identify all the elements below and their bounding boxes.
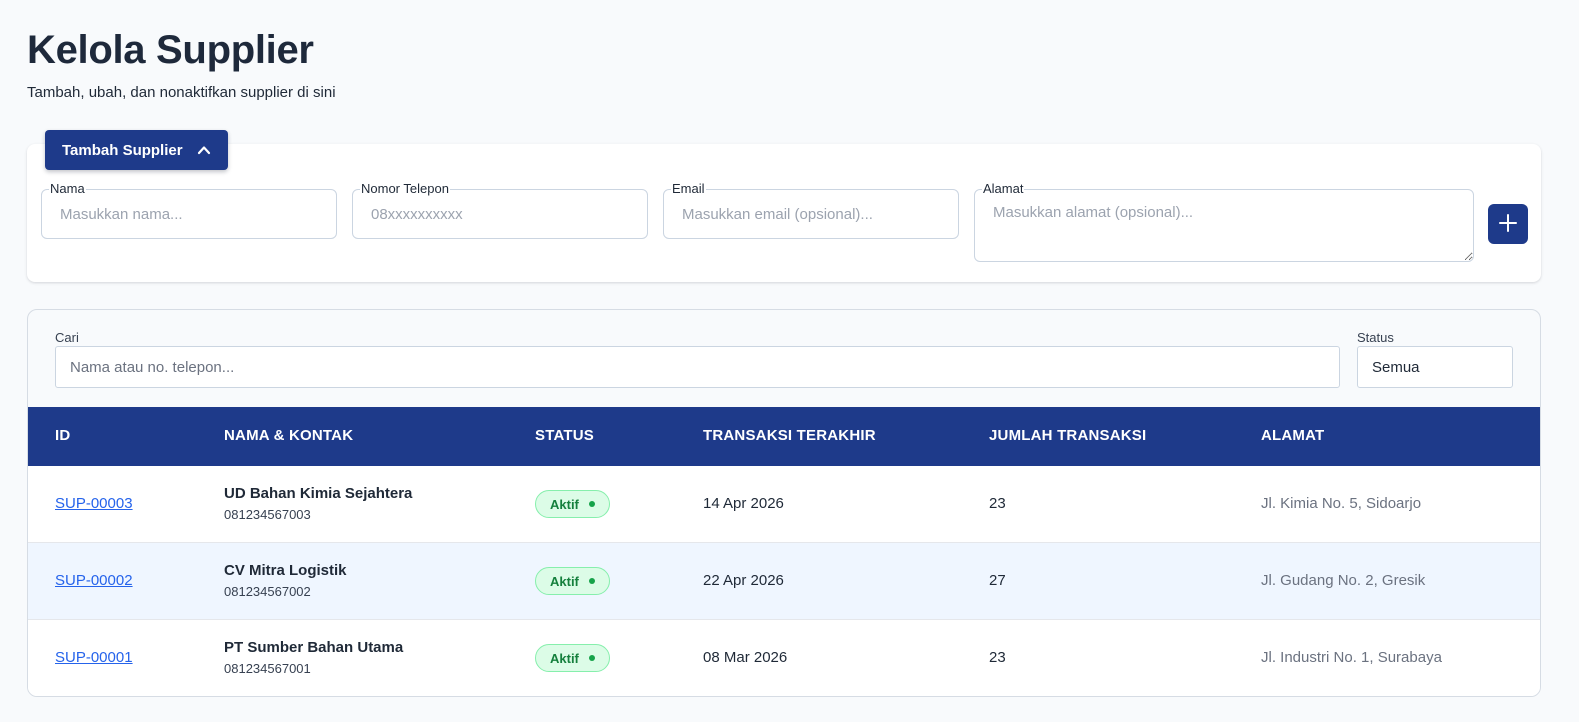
column-header-status: STATUS (535, 427, 594, 444)
supplier-table-card: Cari Status Semua ID NAMA & KONTAK STATU… (27, 309, 1541, 697)
transaction-count: 23 (989, 649, 1006, 666)
column-header-name-contact: NAMA & KONTAK (224, 427, 354, 444)
chevron-up-icon (197, 143, 211, 157)
last-transaction-date: 08 Mar 2026 (703, 649, 788, 666)
supplier-name: CV Mitra Logistik (224, 562, 347, 579)
phone-field-wrapper: Nomor Telepon (352, 181, 648, 239)
status-filter-value: Semua (1372, 358, 1420, 376)
table-row: SUP-00001 PT Sumber Bahan Utama 08123456… (28, 620, 1540, 696)
plus-icon (1498, 213, 1518, 236)
supplier-address: Jl. Gudang No. 2, Gresik (1261, 572, 1426, 589)
supplier-phone: 081234567002 (224, 584, 311, 599)
supplier-phone: 081234567003 (224, 507, 311, 522)
add-supplier-toggle-button[interactable]: Tambah Supplier (45, 130, 228, 170)
transaction-count: 27 (989, 572, 1006, 589)
transaction-count: 23 (989, 495, 1006, 512)
name-contact-cell: PT Sumber Bahan Utama 081234567001 (224, 639, 403, 676)
add-supplier-submit-button[interactable] (1488, 204, 1528, 244)
page-title: Kelola Supplier (27, 28, 314, 72)
supplier-id-link[interactable]: SUP-00002 (55, 572, 133, 589)
address-label: Alamat (982, 181, 1025, 197)
status-badge: Aktif (535, 567, 610, 595)
search-label: Cari (55, 330, 79, 345)
name-contact-cell: UD Bahan Kimia Sejahtera 081234567003 (224, 485, 412, 522)
name-field-wrapper: Nama (41, 181, 337, 239)
status-badge: Aktif (535, 490, 610, 518)
supplier-address: Jl. Kimia No. 5, Sidoarjo (1261, 495, 1422, 512)
add-supplier-toggle-label: Tambah Supplier (62, 141, 183, 159)
name-contact-cell: CV Mitra Logistik 081234567002 (224, 562, 347, 599)
status-badge-label: Aktif (550, 650, 579, 666)
supplier-phone: 081234567001 (224, 661, 311, 676)
last-transaction-date: 22 Apr 2026 (703, 572, 784, 589)
table-header: ID NAMA & KONTAK STATUS TRANSAKSI TERAKH… (28, 407, 1540, 466)
address-textarea[interactable] (974, 189, 1474, 262)
column-header-id: ID (55, 427, 71, 444)
search-input[interactable] (55, 346, 1340, 388)
email-input[interactable] (663, 189, 959, 239)
column-header-transaction-count: JUMLAH TRANSAKSI (989, 427, 1147, 444)
last-transaction-date: 14 Apr 2026 (703, 495, 784, 512)
status-badge-label: Aktif (550, 573, 579, 589)
table-row: SUP-00002 CV Mitra Logistik 081234567002… (28, 543, 1540, 620)
email-label: Email (671, 181, 706, 197)
status-filter-label: Status (1357, 330, 1394, 345)
column-header-address: ALAMAT (1261, 427, 1325, 444)
supplier-id-link[interactable]: SUP-00003 (55, 495, 133, 512)
status-badge: Aktif (535, 644, 610, 672)
supplier-name: UD Bahan Kimia Sejahtera (224, 485, 413, 502)
phone-label: Nomor Telepon (360, 181, 450, 197)
column-header-last-transaction: TRANSAKSI TERAKHIR (703, 427, 876, 444)
table-row: SUP-00003 UD Bahan Kimia Sejahtera 08123… (28, 466, 1540, 543)
supplier-name: PT Sumber Bahan Utama (224, 639, 404, 656)
status-dot-icon (588, 578, 595, 584)
page-subtitle: Tambah, ubah, dan nonaktifkan supplier d… (27, 84, 336, 101)
email-field-wrapper: Email (663, 181, 959, 239)
status-badge-label: Aktif (550, 496, 579, 512)
status-filter-select[interactable]: Semua (1357, 346, 1513, 388)
address-field-wrapper: Alamat (974, 181, 1474, 262)
supplier-id-link[interactable]: SUP-00001 (55, 649, 133, 666)
status-dot-icon (588, 655, 595, 661)
name-label: Nama (49, 181, 86, 197)
status-dot-icon (588, 501, 595, 507)
supplier-address: Jl. Industri No. 1, Surabaya (1261, 649, 1442, 666)
